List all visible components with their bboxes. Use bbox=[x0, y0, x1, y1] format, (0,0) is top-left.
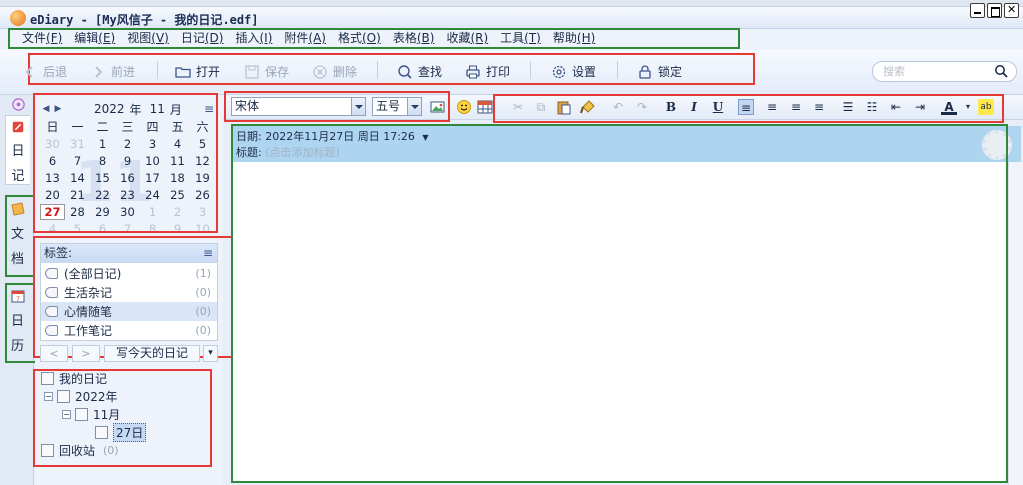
gear-icon bbox=[552, 65, 566, 78]
write-today-button[interactable]: 写今天的日记 bbox=[104, 345, 200, 362]
window-title: eDiary - [My风信子 - 我的日记.edf] bbox=[30, 13, 259, 27]
menu-favorites[interactable]: 收藏(R) bbox=[440, 30, 494, 47]
menu-tools[interactable]: 工具(T) bbox=[494, 30, 547, 47]
menu-diary[interactable]: 日记(D) bbox=[175, 30, 230, 47]
next-entry-button[interactable]: > bbox=[72, 345, 100, 362]
editor-highlight-frame bbox=[231, 124, 1008, 483]
emoticon-icon[interactable] bbox=[456, 99, 472, 115]
settings-button[interactable]: 设置 bbox=[551, 63, 596, 80]
toolbar-separator bbox=[617, 61, 618, 79]
forward-arrow-icon bbox=[95, 65, 103, 78]
save-disk-icon bbox=[245, 64, 259, 79]
diary-pen-icon bbox=[12, 121, 24, 133]
save-button[interactable]: 保存 bbox=[244, 63, 289, 80]
toolbar-separator bbox=[377, 61, 378, 79]
tree-highlight-frame bbox=[33, 369, 212, 467]
delete-button[interactable]: 删除 bbox=[312, 63, 357, 80]
menu-insert[interactable]: 插入(I) bbox=[229, 30, 278, 47]
folder-icon bbox=[175, 66, 191, 78]
search-input[interactable] bbox=[883, 64, 993, 79]
menu-table[interactable]: 表格(B) bbox=[387, 30, 441, 47]
menu-help[interactable]: 帮助(H) bbox=[547, 30, 601, 47]
forward-button[interactable]: 前进 bbox=[90, 63, 135, 80]
top-strip bbox=[0, 0, 1023, 7]
open-button[interactable]: 打开 bbox=[175, 63, 220, 80]
close-button[interactable] bbox=[1004, 3, 1019, 18]
tags-highlight-frame bbox=[33, 236, 243, 358]
toolbar-separator bbox=[157, 61, 158, 79]
write-today-dropdown[interactable]: ▾ bbox=[203, 345, 218, 362]
lock-button[interactable]: 锁定 bbox=[637, 63, 682, 80]
menu-view[interactable]: 视图(V) bbox=[121, 30, 175, 47]
calendar-highlight-frame bbox=[33, 93, 218, 233]
magnifier-icon bbox=[398, 64, 412, 79]
title-bar: eDiary - [My风信子 - 我的日记.edf] bbox=[0, 7, 1023, 29]
font-highlight-frame bbox=[224, 91, 450, 122]
toolbar-separator bbox=[530, 61, 531, 79]
menu-attachment[interactable]: 附件(A) bbox=[278, 30, 332, 47]
editor-scrollbar[interactable] bbox=[1008, 162, 1023, 485]
insert-table-icon[interactable] bbox=[477, 99, 493, 115]
tab-diary[interactable]: 日 记 bbox=[5, 115, 30, 185]
menu-edit[interactable]: 编辑(E) bbox=[68, 30, 121, 47]
app-logo-icon bbox=[10, 10, 26, 26]
print-button[interactable]: 打印 bbox=[465, 63, 510, 80]
menu-format[interactable]: 格式(O) bbox=[332, 30, 387, 47]
prev-entry-button[interactable]: < bbox=[40, 345, 68, 362]
find-button[interactable]: 查找 bbox=[397, 63, 442, 80]
printer-icon bbox=[466, 65, 480, 78]
format-toolbar-highlight-frame bbox=[493, 94, 1004, 123]
flower-icon[interactable] bbox=[11, 97, 26, 112]
maximize-button[interactable] bbox=[987, 3, 1002, 18]
delete-icon bbox=[313, 64, 327, 79]
minimize-button[interactable] bbox=[970, 3, 985, 18]
menu-file[interactable]: 文件(F) bbox=[16, 30, 68, 47]
menu-bar: 文件(F) 编辑(E) 视图(V) 日记(D) 插入(I) 附件(A) 格式(O… bbox=[8, 28, 740, 49]
search-icon[interactable] bbox=[994, 64, 1008, 78]
back-button[interactable]: 后退 bbox=[22, 63, 67, 80]
back-arrow-icon bbox=[25, 65, 33, 78]
lock-icon bbox=[639, 64, 651, 79]
